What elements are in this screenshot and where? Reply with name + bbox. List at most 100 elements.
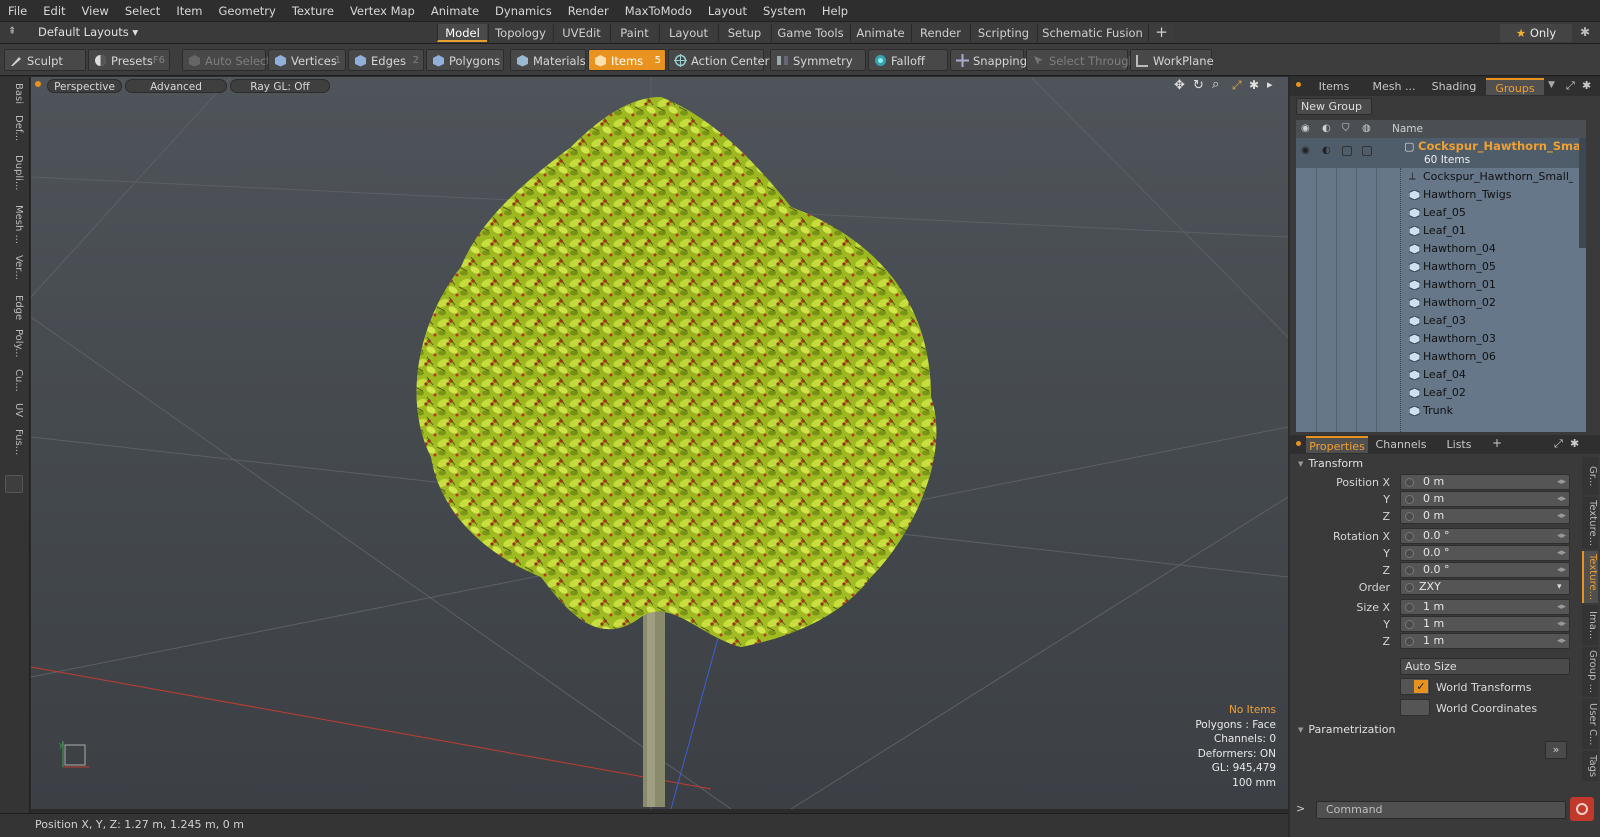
position-y-field[interactable]: 0 m ◂▸	[1400, 491, 1570, 507]
tab-groups[interactable]: Groups	[1486, 78, 1544, 95]
menu-maxtomodo[interactable]: MaxToModo	[617, 4, 700, 18]
edges-button[interactable]: Edges 2	[348, 49, 424, 71]
viewport-expand-icon[interactable]: ▸	[1267, 78, 1273, 91]
auto-select-button[interactable]: Auto Select	[182, 49, 271, 71]
size-z-field[interactable]: 1 m ◂▸	[1400, 633, 1570, 649]
menu-view[interactable]: View	[74, 4, 117, 18]
sculpt-button[interactable]: Sculpt	[4, 49, 86, 71]
falloff-button[interactable]: Falloff	[868, 49, 948, 71]
rotate-icon[interactable]: ↻	[1193, 78, 1204, 93]
list-item[interactable]: Leaf_02	[1296, 384, 1586, 402]
size-y-field[interactable]: 1 m ◂▸	[1400, 616, 1570, 632]
tab-render[interactable]: Render	[911, 24, 969, 42]
keyframe-dot[interactable]	[1405, 532, 1414, 541]
vertices-button[interactable]: Vertices 1	[268, 49, 346, 71]
group-name[interactable]: Cockspur_Hawthorn_Sma...	[1418, 139, 1586, 153]
only-toggle[interactable]: ★ Only	[1500, 24, 1572, 42]
tab-paint[interactable]: Paint	[610, 24, 658, 42]
menu-help[interactable]: Help	[814, 4, 856, 18]
panel-gear-icon[interactable]: ✱	[1582, 79, 1591, 92]
properties-maximize-icon[interactable]: ⤢	[1554, 437, 1563, 451]
select-col-icon[interactable]: ◍	[1362, 120, 1371, 138]
list-item[interactable]: Hawthorn_06	[1296, 348, 1586, 366]
polygons-button[interactable]: Polygons	[426, 49, 504, 71]
group-row[interactable]: ◉ ◐ ▢ Cockspur_Hawthorn_Sma... 60 Items	[1296, 138, 1586, 168]
parametrization-section[interactable]: Parametrization	[1298, 723, 1395, 736]
layout-collapse-icon[interactable]: ⇞	[8, 26, 16, 37]
side-tab-tags[interactable]: Tags	[1582, 751, 1598, 781]
side-tab-user-channels[interactable]: User C...	[1582, 699, 1598, 749]
keyframe-dot[interactable]	[1405, 620, 1414, 629]
add-tab-icon[interactable]: +	[1148, 24, 1174, 42]
menu-item[interactable]: Item	[168, 4, 210, 18]
workplane-button[interactable]: WorkPlane	[1130, 49, 1214, 71]
keyframe-dot[interactable]	[1405, 549, 1414, 558]
panel-maximize-icon[interactable]: ⤢	[1566, 79, 1575, 93]
menu-vertex-map[interactable]: Vertex Map	[342, 4, 423, 18]
menu-system[interactable]: System	[755, 4, 814, 18]
auto-size-button[interactable]: Auto Size	[1400, 658, 1570, 675]
presets-button[interactable]: Presets F6	[88, 49, 170, 71]
group-select-checkbox[interactable]	[1362, 146, 1372, 156]
stepper-icon[interactable]: ◂▸	[1557, 477, 1567, 487]
command-input[interactable]: Command	[1316, 801, 1566, 819]
layout-dropdown[interactable]: Default Layouts ▾	[38, 25, 138, 39]
stepper-icon[interactable]: ◂▸	[1557, 548, 1567, 558]
side-tab-texture-1[interactable]: Texture...	[1582, 497, 1598, 549]
stepper-icon[interactable]: ◂▸	[1557, 494, 1567, 504]
left-tab-vertex[interactable]: Ver...	[4, 255, 24, 291]
3d-viewport[interactable]: Perspective Advanced Ray GL: Off ✥ ↻ ⌕ ⤢…	[31, 77, 1288, 809]
left-tab-basic[interactable]: Basi	[4, 83, 24, 111]
side-tab-image[interactable]: Ima...	[1582, 605, 1598, 645]
keyframe-dot[interactable]	[1405, 478, 1414, 487]
stepper-icon[interactable]: ◂▸	[1557, 636, 1567, 646]
left-tab-polygon[interactable]: Poly...	[4, 329, 24, 365]
left-tab-curve[interactable]: Cu...	[4, 369, 24, 399]
menu-geometry[interactable]: Geometry	[211, 4, 284, 18]
symmetry-button[interactable]: Symmetry	[770, 49, 866, 71]
keyframe-dot[interactable]	[1405, 566, 1414, 575]
menu-animate[interactable]: Animate	[423, 4, 487, 18]
raygl-toggle[interactable]: Ray GL: Off	[230, 79, 330, 93]
left-tab-uv[interactable]: UV	[4, 403, 24, 425]
zoom-icon[interactable]: ⌕	[1212, 77, 1219, 92]
tab-model[interactable]: Model	[437, 24, 487, 42]
visibility-col-icon[interactable]: ◉	[1301, 120, 1310, 138]
list-item[interactable]: Hawthorn_05	[1296, 258, 1586, 276]
tab-properties[interactable]: Properties	[1306, 436, 1368, 453]
gear-icon[interactable]: ✱	[1580, 25, 1590, 39]
stepper-icon[interactable]: ◂▸	[1557, 531, 1567, 541]
side-tab-group-2[interactable]: Group ...	[1582, 647, 1598, 697]
properties-options-icon[interactable]	[1296, 441, 1301, 446]
keyframe-dot[interactable]	[1405, 637, 1414, 646]
keyframe-dot[interactable]	[1405, 583, 1414, 592]
tabs-dropdown-icon[interactable]: ▼	[1548, 80, 1555, 90]
lock-col-icon[interactable]: ⛉	[1342, 120, 1350, 138]
tab-lists[interactable]: Lists	[1434, 436, 1484, 453]
materials-button[interactable]: Materials	[510, 49, 586, 71]
tab-animate[interactable]: Animate	[850, 24, 910, 42]
tab-scripting[interactable]: Scripting	[970, 24, 1036, 42]
pan-icon[interactable]: ✥	[1174, 78, 1185, 93]
list-item[interactable]: Leaf_04	[1296, 366, 1586, 384]
properties-gear-icon[interactable]: ✱	[1570, 437, 1579, 450]
tab-shading[interactable]: Shading	[1424, 78, 1484, 95]
viewport-gear-icon[interactable]: ✱	[1249, 78, 1259, 92]
list-scrollbar[interactable]	[1579, 138, 1586, 248]
select-through-button[interactable]: Select Through	[1026, 49, 1136, 71]
menu-layout[interactable]: Layout	[700, 4, 755, 18]
rotation-z-field[interactable]: 0.0 ° ◂▸	[1400, 562, 1570, 578]
menu-dynamics[interactable]: Dynamics	[487, 4, 560, 18]
items-button[interactable]: Items 5	[588, 49, 666, 71]
perspective-dropdown[interactable]: Perspective	[47, 79, 122, 93]
render-col-icon[interactable]: ◐	[1322, 120, 1331, 138]
tab-game-tools[interactable]: Game Tools	[771, 24, 849, 42]
expand-panel-button[interactable]: »	[1545, 741, 1567, 759]
list-item[interactable]: Hawthorn_04	[1296, 240, 1586, 258]
fit-icon[interactable]: ⤢	[1232, 78, 1242, 93]
list-item[interactable]: Leaf_05	[1296, 204, 1586, 222]
position-x-field[interactable]: 0 m ◂▸	[1400, 474, 1570, 490]
tab-setup[interactable]: Setup	[718, 24, 770, 42]
tab-mesh[interactable]: Mesh ...	[1366, 78, 1422, 95]
keyframe-dot[interactable]	[1405, 512, 1414, 521]
